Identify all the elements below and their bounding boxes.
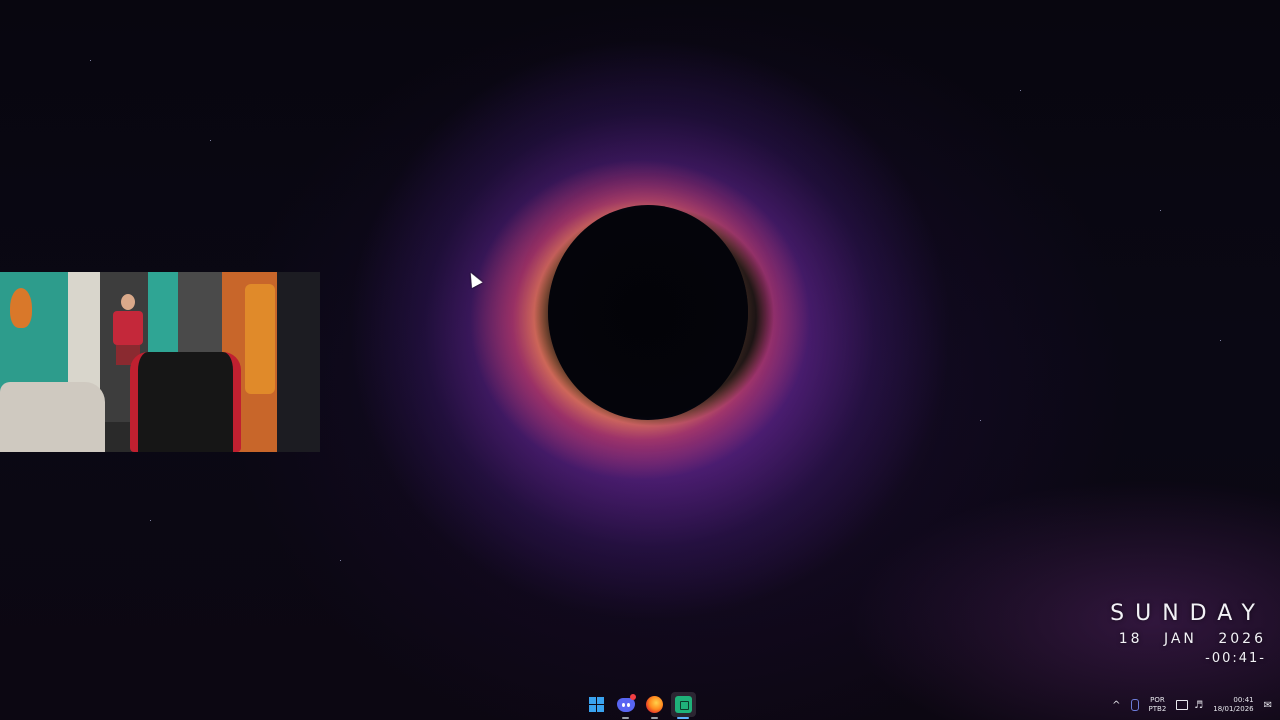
show-hidden-icons-chevron-icon[interactable]: ^ [1112,700,1120,711]
green-app-icon [675,696,692,713]
widget-date-month: JAN [1163,631,1197,647]
star [980,420,981,421]
star [150,520,151,521]
running-indicator [651,717,658,719]
star [90,60,91,61]
widget-day: SUNDAY [1110,601,1266,626]
active-indicator [677,717,689,719]
widget-date: 18 JAN 2026 [1105,630,1266,648]
notification-bell-icon[interactable]: ✉ [1264,700,1272,711]
taskbar-firefox-button[interactable] [642,692,667,719]
system-tray: ^ POR PTB2 ♬ 00:41 18/01/2026 ✉ [1112,690,1272,720]
running-indicator [622,717,629,719]
widget-date-year: 2026 [1218,631,1266,647]
taskbar-date: 18/01/2026 [1213,705,1254,713]
wallpaper-black-hole [548,205,748,420]
taskbar-app-button[interactable] [671,692,696,719]
taskbar-clock[interactable]: 00:41 18/01/2026 [1213,696,1253,714]
webcam-bed [0,382,105,452]
webcam-shelf [277,272,320,452]
desktop-clock-widget: SUNDAY 18 JAN 2026 -00:41- [1105,600,1266,668]
widget-date-day: 18 [1118,631,1143,647]
firefox-icon [646,696,663,713]
notification-badge [630,694,636,700]
webcam-overlay[interactable] [0,272,320,452]
input-language-indicator[interactable]: POR PTB2 [1149,696,1167,714]
star [1160,210,1161,211]
quick-settings-button[interactable]: ♬ [1176,700,1203,711]
webcam-gaming-chair [130,352,241,452]
star [340,560,341,561]
star [1020,90,1021,91]
windows-logo-icon [589,697,604,712]
volume-icon: ♬ [1194,699,1204,711]
star [210,140,211,141]
webcam-guitar [10,288,32,328]
taskbar-time: 00:41 [1233,696,1254,704]
language-code: POR [1150,696,1165,704]
network-icon [1176,700,1189,710]
start-button[interactable] [584,692,609,717]
taskbar-discord-button[interactable] [613,692,638,719]
star [1220,340,1221,341]
desktop[interactable]: SUNDAY 18 JAN 2026 -00:41- ^ POR PTB2 ♬ … [0,0,1280,720]
keyboard-layout: PTB2 [1148,705,1167,713]
taskbar: ^ POR PTB2 ♬ 00:41 18/01/2026 ✉ [0,690,1280,720]
mouse-cursor-icon [465,270,483,288]
widget-time: -00:41- [1205,651,1266,666]
webcam-jacket [245,284,275,394]
microphone-icon[interactable] [1130,699,1139,711]
taskbar-apps [584,692,696,719]
